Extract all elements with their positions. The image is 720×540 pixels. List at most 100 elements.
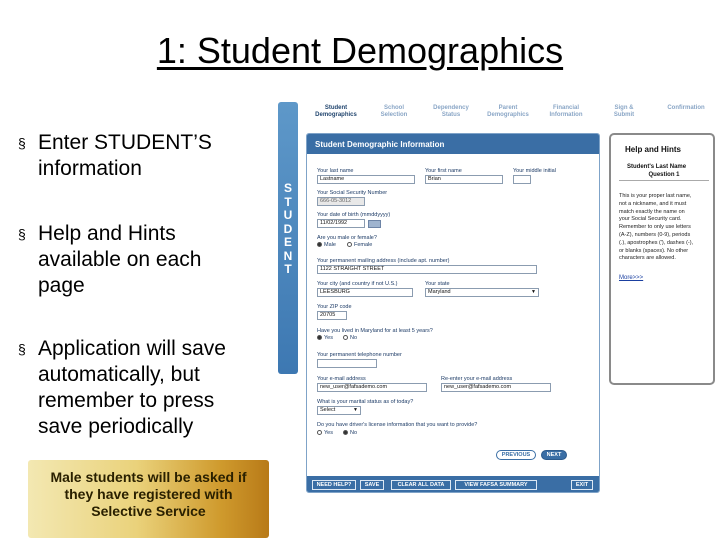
bullet-line: automatically, but — [38, 363, 200, 386]
marital-selected-value: Select — [320, 407, 336, 413]
ssn-input[interactable]: 666-05-3012 — [317, 197, 365, 206]
callout-line: Male students will be asked if — [50, 469, 247, 485]
radio-label: Female — [354, 242, 373, 248]
phone-label: Your permanent telephone number — [317, 352, 402, 358]
callout-line: they have registered with — [64, 486, 233, 502]
help-hints-panel: Help and Hints Student's Last Name Quest… — [609, 133, 715, 385]
residency-no-radio[interactable]: No — [343, 335, 357, 342]
state-select[interactable]: Maryland ▼ — [425, 288, 539, 297]
zip-label: Your ZIP code — [317, 304, 352, 310]
help-text-line: not a nickname, and it must — [619, 200, 687, 207]
vertical-letter: T — [284, 262, 292, 276]
tab-student-demographics[interactable]: Student Demographics — [306, 105, 366, 119]
tab-label: Sign & — [614, 105, 634, 111]
help-title: Help and Hints — [625, 145, 682, 154]
residency-yes-radio[interactable]: Yes — [317, 335, 333, 342]
zip-input[interactable]: 20705 — [317, 311, 347, 320]
chevron-down-icon: ▼ — [531, 289, 536, 295]
help-more-link[interactable]: More>>> — [619, 275, 643, 281]
calendar-icon[interactable] — [368, 220, 381, 228]
email-input[interactable]: new_user@fafsademo.com — [317, 383, 427, 392]
help-text-line: (.), apostrophes ('), dashes (-), — [619, 239, 694, 246]
dob-label: Your date of birth (mmddyyyy) — [317, 212, 391, 218]
bottom-toolbar: NEED HELP? SAVE CLEAR ALL DATA VIEW FAFS… — [307, 476, 599, 492]
bullet-marker: § — [18, 135, 26, 151]
bullet-marker: § — [18, 226, 26, 242]
fafsa-screenshot: S T U D E N T Student Demographics Schoo… — [278, 100, 716, 494]
callout-line: Selective Service — [91, 503, 206, 519]
previous-button[interactable]: PREVIOUS — [496, 450, 536, 460]
vertical-letter: U — [283, 208, 293, 222]
help-field-name: Student's Last Name — [627, 164, 687, 170]
selective-service-callout: Male students will be asked if they have… — [28, 460, 269, 538]
license-yes-radio[interactable]: Yes — [317, 430, 333, 437]
bullet-line: available on each — [38, 248, 202, 271]
email-confirm-input[interactable]: new_user@fafsademo.com — [441, 383, 551, 392]
tab-label: School — [383, 105, 404, 111]
gender-male-radio[interactable]: Male — [317, 242, 336, 249]
tab-dependency-status[interactable]: Dependency Status — [421, 105, 481, 119]
bullet-line: Enter STUDENT’S — [38, 131, 212, 154]
tab-label: Student — [324, 105, 348, 111]
radio-label: No — [350, 430, 358, 436]
license-no-radio[interactable]: No — [343, 430, 357, 437]
save-button[interactable]: SAVE — [360, 480, 384, 490]
bullet-marker: § — [18, 341, 26, 357]
radio-dot-icon — [343, 335, 348, 340]
radio-dot-selected-icon — [343, 430, 348, 435]
help-question-number: Question 1 — [619, 172, 709, 181]
clear-all-data-button[interactable]: CLEAR ALL DATA — [391, 480, 451, 490]
first-name-input[interactable]: Brian — [425, 175, 503, 184]
ssn-label: Your Social Security Number — [317, 190, 388, 196]
dob-input[interactable]: 11/02/1992 — [317, 219, 365, 228]
tab-label: Status — [441, 112, 461, 118]
bullet-line: Application will save — [38, 337, 226, 360]
help-text-line: or blanks (spaces). No other — [619, 247, 689, 254]
student-vertical-tab[interactable]: S T U D E N T — [278, 102, 298, 374]
residency-label: Have you lived in Maryland for at least … — [317, 328, 433, 334]
email-label: Your e-mail address — [317, 376, 366, 382]
tab-confirmation[interactable]: Confirmation — [656, 105, 716, 112]
tab-financial-information[interactable]: Financial Information — [536, 105, 596, 119]
marital-label: What is your marital status as of today? — [317, 399, 414, 405]
exit-button[interactable]: EXIT — [571, 480, 593, 490]
radio-dot-icon — [347, 242, 352, 247]
help-text-line: your Social Security card. — [619, 216, 682, 223]
middle-initial-label: Your middle initial — [513, 168, 556, 174]
need-help-button[interactable]: NEED HELP? — [312, 480, 356, 490]
radio-dot-selected-icon — [317, 335, 322, 340]
bullet-line: remember to press — [38, 389, 215, 412]
address-label: Your permanent mailing address (include … — [317, 258, 450, 264]
last-name-label: Your last name — [317, 168, 354, 174]
gender-label: Are you male or female? — [317, 235, 377, 241]
vertical-tab-label: S T U D E N T — [278, 181, 298, 277]
middle-initial-input[interactable] — [513, 175, 531, 184]
tab-parent-demographics[interactable]: Parent Demographics — [478, 105, 538, 119]
city-input[interactable]: LEESBURG — [317, 288, 413, 297]
phone-input[interactable] — [317, 359, 377, 368]
radio-dot-icon — [317, 430, 322, 435]
tab-label: Financial — [552, 105, 579, 111]
tab-sign-submit[interactable]: Sign & Submit — [594, 105, 654, 119]
bullet-line: information — [38, 157, 142, 180]
email-confirm-label: Re-enter your e-mail address — [441, 376, 513, 382]
tab-label: Confirmation — [667, 105, 705, 111]
help-text-line: characters are allowed. — [619, 255, 676, 262]
address-input[interactable]: 1122 STRAIGHT STREET — [317, 265, 537, 274]
marital-select[interactable]: Select ▼ — [317, 406, 361, 415]
next-button[interactable]: NEXT — [541, 450, 567, 460]
bullet-enter-info: § Enter STUDENT’S information — [18, 130, 212, 182]
gender-female-radio[interactable]: Female — [347, 242, 372, 249]
tab-label: Information — [549, 112, 583, 118]
tab-school-selection[interactable]: School Selection — [364, 105, 424, 119]
help-text-line: This is your proper last name, — [619, 193, 692, 199]
tab-label: Dependency — [433, 105, 469, 111]
last-name-input[interactable]: Lastname — [317, 175, 415, 184]
help-text-line: (A-Z), numbers (0-9), periods — [619, 231, 691, 238]
radio-label: No — [350, 335, 358, 341]
tab-label: Submit — [613, 112, 635, 118]
vertical-letter: S — [283, 181, 292, 195]
view-fafsa-summary-button[interactable]: VIEW FAFSA SUMMARY — [455, 480, 537, 490]
vertical-letter: T — [284, 194, 292, 209]
bullet-line: Help and Hints — [38, 222, 176, 245]
